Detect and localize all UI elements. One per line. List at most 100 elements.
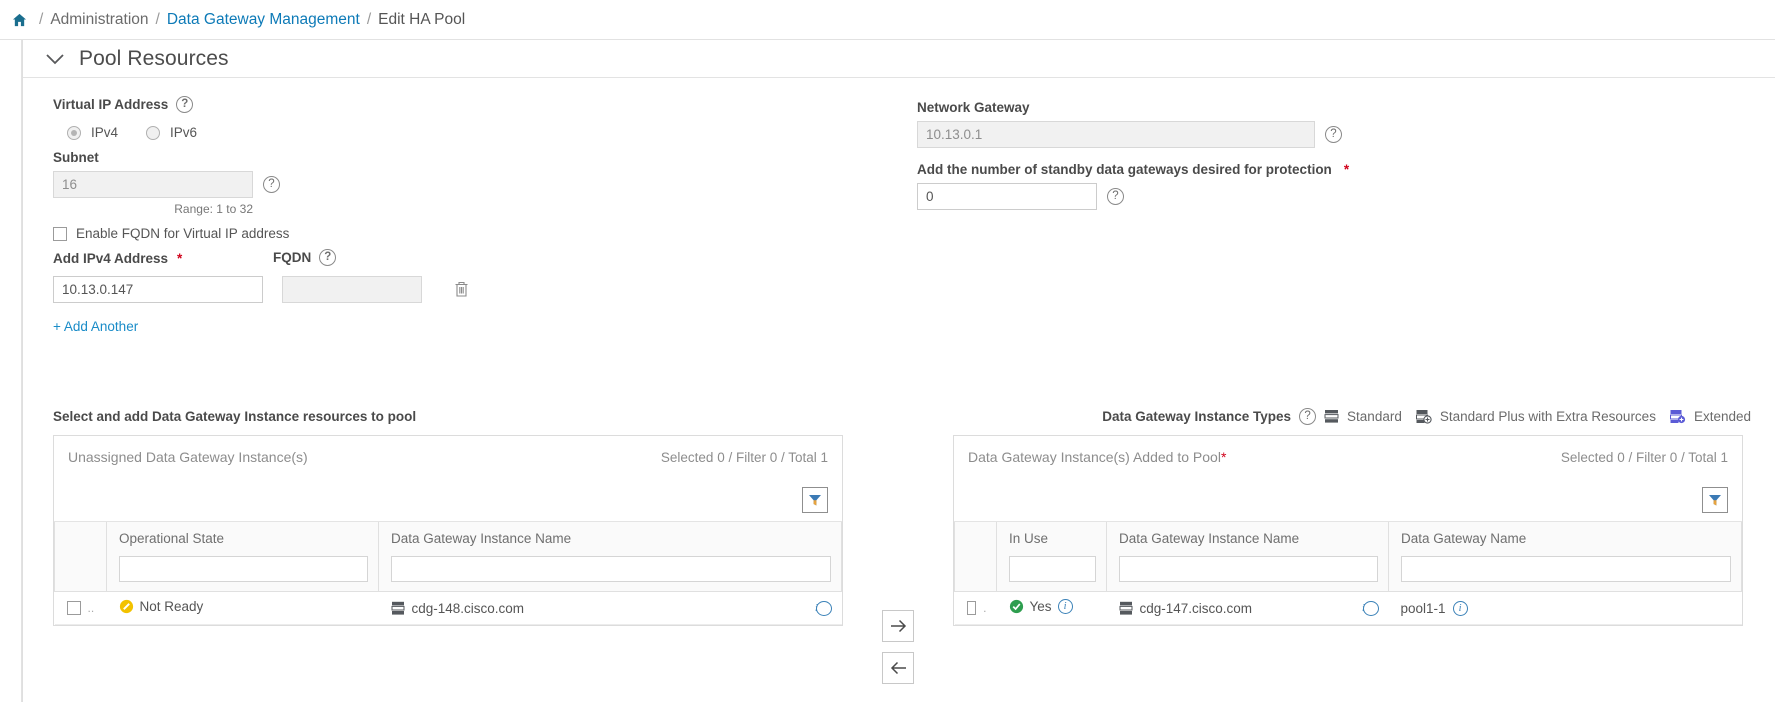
column-instance-name: Data Gateway Instance Name xyxy=(378,522,842,592)
ipv4-address-input[interactable] xyxy=(53,276,263,303)
instance-types-help-icon[interactable]: ? xyxy=(1299,408,1317,425)
add-ipv4-address-label-text: Add IPv4 Address xyxy=(53,251,169,266)
table-header-row: Operational State Data Gateway Instance … xyxy=(54,522,842,592)
server-standard-icon xyxy=(1324,409,1339,424)
unassigned-panel-header: Unassigned Data Gateway Instance(s) Sele… xyxy=(54,436,842,478)
breadcrumb: / Administration / Data Gateway Manageme… xyxy=(0,0,1775,40)
info-icon[interactable]: i xyxy=(815,600,832,616)
added-panel-header: Data Gateway Instance(s) Added to Pool* … xyxy=(954,436,1742,478)
row-select-cell: .. xyxy=(54,591,107,625)
virtual-ip-address-label-text: Virtual IP Address xyxy=(53,97,169,112)
column-operational-state: Operational State xyxy=(106,522,379,592)
unassigned-instances-table: Operational State Data Gateway Instance … xyxy=(54,522,842,625)
gateway-name-text: pool1-1 xyxy=(1400,600,1446,616)
chevron-down-icon[interactable] xyxy=(41,45,69,73)
row-checkbox[interactable] xyxy=(966,601,977,615)
gateway-name-group: pool1-1 i xyxy=(1400,600,1732,616)
cell-instance-inner: cdg-147.cisco.com i xyxy=(1119,600,1379,616)
cell-operational-state: Not Ready xyxy=(106,591,379,625)
info-icon[interactable]: i xyxy=(1362,600,1379,616)
row-drag-dots: . xyxy=(983,601,987,615)
subnet-range-hint: Range: 1 to 32 xyxy=(174,202,253,216)
added-panel-required-mark: * xyxy=(1220,449,1227,465)
transfer-buttons xyxy=(843,435,953,684)
cell-instance-inner: cdg-148.cisco.com i xyxy=(391,600,832,616)
filter-input-instance-name[interactable] xyxy=(391,556,831,582)
breadcrumb-separator-1: / xyxy=(39,10,44,28)
address-input-row xyxy=(53,276,893,303)
funnel-icon[interactable] xyxy=(802,486,828,513)
instance-name-group: cdg-147.cisco.com xyxy=(1119,600,1253,616)
radio-ipv4[interactable] xyxy=(67,125,81,140)
info-icon[interactable]: i xyxy=(1452,600,1468,616)
check-circle-icon xyxy=(1009,599,1023,614)
network-gateway-label-text: Network Gateway xyxy=(917,100,1030,115)
added-instances-panel: Data Gateway Instance(s) Added to Pool* … xyxy=(953,435,1743,626)
breadcrumb-separator-2: / xyxy=(155,10,160,28)
unassigned-panel-title: Unassigned Data Gateway Instance(s) xyxy=(68,449,308,465)
enable-fqdn-checkbox[interactable] xyxy=(53,226,67,241)
network-gateway-help-icon[interactable]: ? xyxy=(1325,126,1342,143)
filter-input-in-use[interactable] xyxy=(1009,556,1096,582)
info-icon[interactable]: i xyxy=(1057,599,1073,614)
instance-name-text: cdg-148.cisco.com xyxy=(411,600,525,616)
funnel-icon[interactable] xyxy=(1702,486,1728,513)
arrow-right-icon[interactable] xyxy=(882,610,914,642)
standby-count-input[interactable] xyxy=(917,183,1097,210)
filter-input-operational-state[interactable] xyxy=(119,556,368,582)
breadcrumb-item-administration[interactable]: Administration xyxy=(50,11,148,29)
table-header-row: In Use Data Gateway Instance Name Data G… xyxy=(954,522,1742,592)
transfer-panels: Unassigned Data Gateway Instance(s) Sele… xyxy=(53,435,1757,684)
status-badge: Not Ready xyxy=(119,599,204,614)
subnet-label-text: Subnet xyxy=(53,150,99,165)
column-select xyxy=(954,522,997,592)
filter-input-instance-name[interactable] xyxy=(1119,556,1378,582)
fqdn-input[interactable] xyxy=(282,276,422,303)
instance-types-legend: Data Gateway Instance Types ? Standard S… xyxy=(913,408,1757,425)
fqdn-label: FQDN ? xyxy=(273,249,337,266)
virtual-ip-help-icon[interactable]: ? xyxy=(176,96,194,113)
address-labels-row: Add IPv4 Address * FQDN ? xyxy=(53,249,893,266)
column-in-use: In Use xyxy=(996,522,1107,592)
dual-list-section: Select and add Data Gateway Instance res… xyxy=(53,408,1757,702)
add-ipv4-required-mark: * xyxy=(177,251,183,266)
server-standard-icon xyxy=(391,601,405,616)
standby-count-label-text: Add the number of standby data gateways … xyxy=(917,162,1332,177)
table-row[interactable]: .. Not Ready cdg-148.cisco.com i xyxy=(54,591,842,625)
trash-icon[interactable] xyxy=(450,278,472,302)
added-panel-title-group: Data Gateway Instance(s) Added to Pool* xyxy=(968,449,1226,465)
breadcrumb-separator-3: / xyxy=(366,10,372,28)
column-in-use-label: In Use xyxy=(1009,531,1049,546)
row-select-cell: . xyxy=(954,591,997,625)
instance-name-text: cdg-147.cisco.com xyxy=(1139,600,1253,616)
cell-in-use: Yes i xyxy=(996,591,1107,625)
instance-type-extended-label: Extended xyxy=(1693,409,1751,424)
enable-fqdn-label: Enable FQDN for Virtual IP address xyxy=(76,226,290,241)
pool-resources-header: Pool Resources xyxy=(23,40,1775,78)
cell-instance-name: cdg-147.cisco.com i xyxy=(1106,591,1389,625)
row-select-inner: .. xyxy=(66,601,97,615)
arrow-left-icon[interactable] xyxy=(882,652,914,684)
column-operational-state-label: Operational State xyxy=(119,531,225,546)
breadcrumb-item-data-gateway-management[interactable]: Data Gateway Management xyxy=(167,11,360,29)
subnet-input[interactable] xyxy=(53,171,253,198)
server-extended-icon xyxy=(1669,409,1686,424)
row-select-inner: . xyxy=(966,601,987,615)
radio-ipv6[interactable] xyxy=(146,125,161,140)
column-instance-name: Data Gateway Instance Name xyxy=(1106,522,1389,592)
network-gateway-input[interactable] xyxy=(917,121,1315,148)
server-standard-icon xyxy=(1119,601,1133,616)
added-panel-title: Data Gateway Instance(s) Added to Pool xyxy=(968,449,1221,465)
home-icon[interactable] xyxy=(8,10,30,30)
table-row[interactable]: . Yes i cdg-147.cisco.com i pool1-1 i xyxy=(954,591,1742,625)
add-another-link[interactable]: + Add Another xyxy=(53,319,138,334)
add-ipv4-address-label: Add IPv4 Address * xyxy=(53,251,273,266)
subnet-help-icon[interactable]: ? xyxy=(263,176,280,193)
page-body: Pool Resources Virtual IP Address ? IPv4… xyxy=(0,40,1775,702)
fqdn-help-icon[interactable]: ? xyxy=(319,249,337,266)
standby-count-required-mark: * xyxy=(1343,162,1350,177)
filter-input-gateway-name[interactable] xyxy=(1401,556,1731,582)
standby-count-help-icon[interactable]: ? xyxy=(1107,188,1124,205)
operational-state-text: Not Ready xyxy=(139,599,204,614)
row-checkbox[interactable] xyxy=(66,601,81,615)
